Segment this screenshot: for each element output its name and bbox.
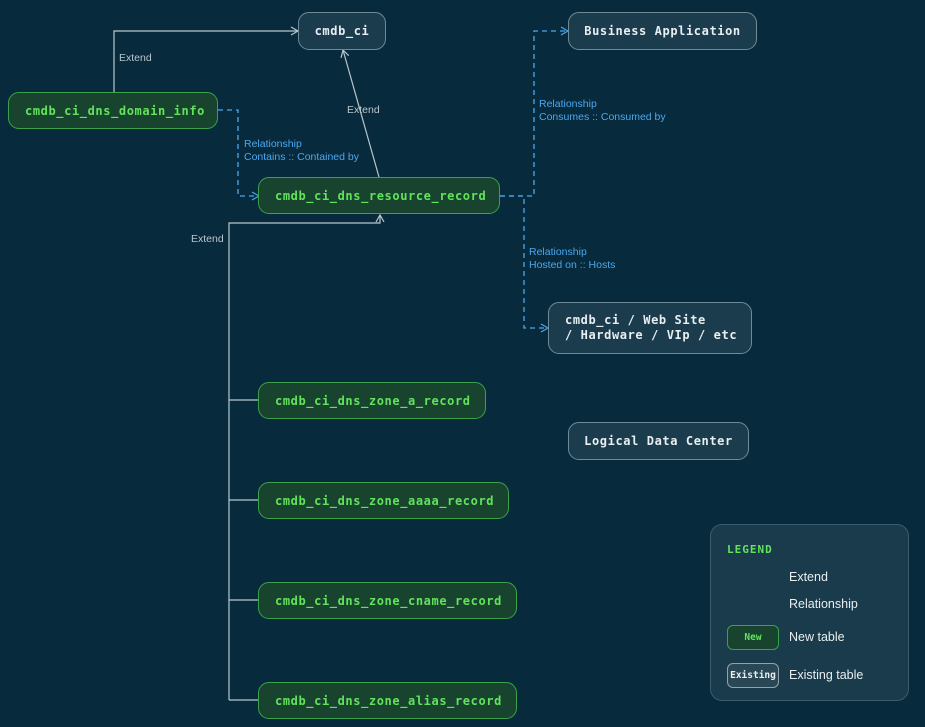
label-extend-resource: Extend <box>347 104 380 116</box>
label-relationship-hosted: Relationship Hosted on :: Hosts <box>529 246 615 272</box>
legend-new-table-label: New table <box>789 630 845 644</box>
label-consumes-desc: Consumes :: Consumed by <box>539 111 666 123</box>
node-dns-zone-cname-record[interactable]: cmdb_ci_dns_zone_cname_record <box>258 582 517 619</box>
legend-relationship-label: Relationship <box>789 597 858 611</box>
node-dns-resource-record[interactable]: cmdb_ci_dns_resource_record <box>258 177 500 214</box>
legend-new-chip: New <box>727 625 779 650</box>
label-relationship-contains: Relationship Contains :: Contained by <box>244 138 359 164</box>
label-extend-domain: Extend <box>119 52 152 64</box>
legend-extend-label: Extend <box>789 570 828 584</box>
legend-title: LEGEND <box>727 543 773 556</box>
node-logical-data-center[interactable]: Logical Data Center <box>568 422 749 460</box>
label-consumes-title: Relationship <box>539 98 597 110</box>
legend-existing-chip: Existing <box>727 663 779 688</box>
label-hosted-desc: Hosted on :: Hosts <box>529 259 616 271</box>
node-dns-domain-info[interactable]: cmdb_ci_dns_domain_info <box>8 92 218 129</box>
node-dns-zone-aaaa-record[interactable]: cmdb_ci_dns_zone_aaaa_record <box>258 482 509 519</box>
extend-edge-zones-to-resource <box>228 213 385 700</box>
node-web-site-line1: cmdb_ci / Web Site <box>565 313 706 327</box>
legend-panel: LEGEND Extend Relationship New New table… <box>710 524 909 701</box>
label-contains-title: Relationship <box>244 138 302 150</box>
label-extend-zone: Extend <box>191 233 224 245</box>
node-cmdb-ci[interactable]: cmdb_ci <box>298 12 386 50</box>
node-business-application[interactable]: Business Application <box>568 12 757 50</box>
node-web-site-hardware[interactable]: cmdb_ci / Web Site / Hardware / VIp / et… <box>548 302 752 354</box>
node-dns-zone-alias-record[interactable]: cmdb_ci_dns_zone_alias_record <box>258 682 517 719</box>
label-hosted-title: Relationship <box>529 246 587 258</box>
legend-existing-table-label: Existing table <box>789 668 864 682</box>
label-relationship-consumes: Relationship Consumes :: Consumed by <box>539 98 666 124</box>
label-contains-desc: Contains :: Contained by <box>244 151 359 163</box>
node-dns-zone-a-record[interactable]: cmdb_ci_dns_zone_a_record <box>258 382 486 419</box>
node-web-site-line2: / Hardware / VIp / etc <box>565 328 738 342</box>
